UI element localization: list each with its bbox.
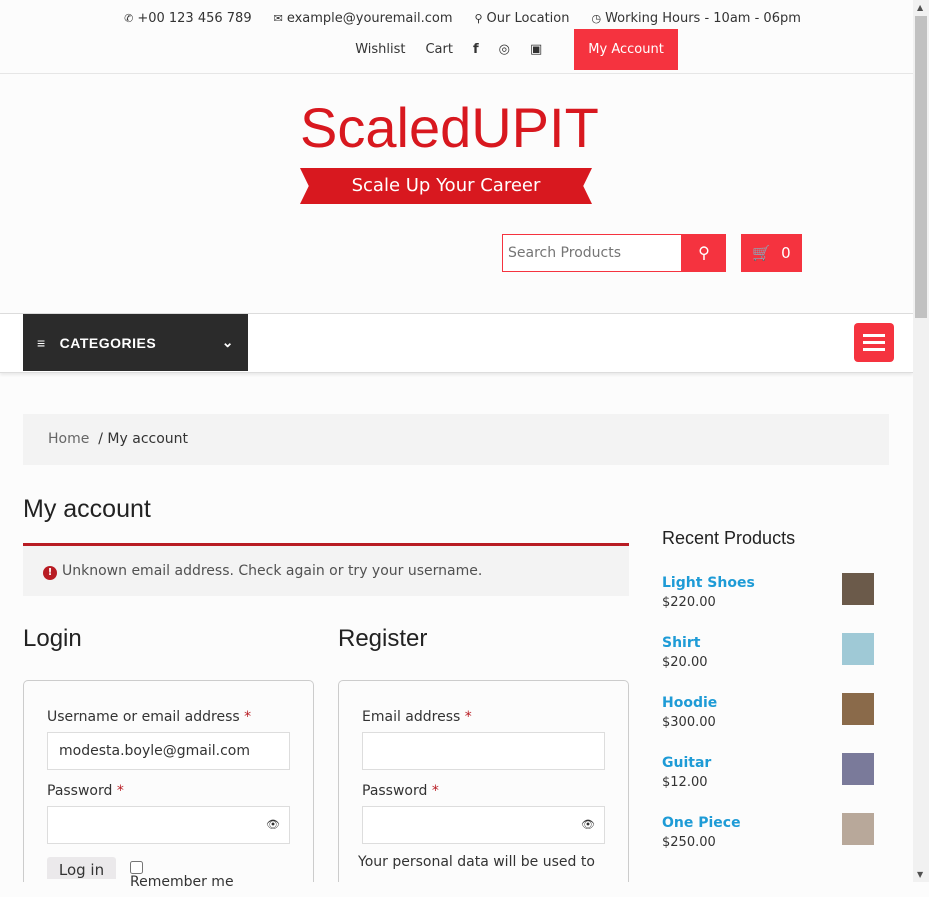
scrollbar[interactable]: ▲ ▼ (913, 0, 929, 882)
product-thumbnail[interactable] (842, 573, 874, 605)
error-icon: ! (43, 566, 57, 580)
logo[interactable]: ScaledUPIT Scale Up Your Career (300, 100, 599, 204)
product-link[interactable]: Light Shoes (662, 575, 755, 591)
breadcrumb-current: My account (107, 431, 189, 447)
hamburger-menu-button[interactable] (854, 323, 894, 362)
product-link[interactable]: One Piece (662, 815, 741, 831)
register-title: Register (338, 625, 428, 652)
cart-button[interactable]: 🛒 0 (741, 234, 802, 272)
phone: ✆ +00 123 456 789 (124, 11, 252, 26)
password-input[interactable] (47, 806, 290, 844)
instagram-icon[interactable]: ◎ (499, 42, 510, 57)
product-item: Hoodie $300.00 (662, 693, 874, 755)
envelope-icon: ✉ (273, 12, 283, 25)
product-price: $250.00 (662, 835, 716, 850)
recent-products-widget: Recent Products Light Shoes $220.00 Shirt $… (662, 528, 874, 875)
site-header: ScaledUPIT Scale Up Your Career ⚲ 🛒0 (0, 74, 913, 314)
product-thumbnail[interactable] (842, 633, 874, 665)
remember-me-checkbox[interactable] (130, 861, 143, 874)
product-thumbnail[interactable] (842, 693, 874, 725)
product-item: Light Shoes $220.00 (662, 573, 874, 635)
wishlist-link[interactable]: Wishlist (355, 42, 405, 57)
email[interactable]: ✉ example@youremail.com (274, 11, 453, 26)
top-bar: ✆ +00 123 456 789 ✉ example@youremail.com … (0, 0, 913, 74)
login-button[interactable]: Log in (47, 857, 116, 879)
product-link[interactable]: Shirt (662, 635, 708, 651)
register-email-input[interactable] (362, 732, 605, 770)
product-item: One Piece $250.00 (662, 813, 874, 875)
cart-link[interactable]: Cart (425, 42, 453, 57)
location[interactable]: ⚲ Our Location (474, 11, 569, 26)
search-icon: ⚲ (698, 245, 710, 262)
search-form: ⚲ (502, 234, 726, 272)
search-input[interactable] (502, 234, 682, 272)
eye-icon[interactable]: 👁 (581, 818, 595, 831)
login-section: Login Username or email address * Passwo… (23, 625, 314, 890)
product-price: $12.00 (662, 775, 708, 790)
page-title: My account (23, 495, 151, 523)
hours: ◷ Working Hours - 10am - 06pm (591, 11, 801, 26)
chevron-down-icon: ⌄ (221, 334, 234, 350)
login-title: Login (23, 625, 82, 652)
product-link[interactable]: Hoodie (662, 695, 717, 711)
camera-icon[interactable]: ▣ (530, 42, 542, 57)
map-marker-icon: ⚲ (474, 12, 483, 25)
product-price: $300.00 (662, 715, 716, 730)
register-password-input[interactable] (362, 806, 605, 844)
nav-bar: ≡ CATEGORIES ⌄ (0, 314, 913, 373)
search-button[interactable]: ⚲ (682, 234, 726, 272)
product-price: $220.00 (662, 595, 716, 610)
product-item: Guitar $12.00 (662, 753, 874, 815)
categories-dropdown[interactable]: ≡ CATEGORIES ⌄ (23, 314, 248, 371)
product-price: $20.00 (662, 655, 708, 670)
menu-icon: ≡ (37, 334, 46, 351)
product-link[interactable]: Guitar (662, 755, 711, 771)
my-account-button[interactable]: My Account (574, 29, 678, 70)
register-section: Register Email address * Password * 👁 Yo… (338, 625, 629, 882)
facebook-icon[interactable]: f (473, 42, 479, 57)
breadcrumb-home[interactable]: Home (48, 431, 89, 447)
product-item: Shirt $20.00 (662, 633, 874, 695)
product-thumbnail[interactable] (842, 813, 874, 845)
cart-icon: 🛒 (752, 244, 772, 262)
clock-icon: ◷ (591, 12, 602, 25)
product-thumbnail[interactable] (842, 753, 874, 785)
username-input[interactable] (47, 732, 290, 770)
breadcrumb: Home / My account (23, 414, 889, 465)
eye-icon[interactable]: 👁 (266, 818, 280, 831)
privacy-text: Your personal data will be used to (358, 854, 595, 870)
error-notice: ! Unknown email address. Check again or t… (23, 543, 629, 596)
phone-icon: ✆ (124, 12, 134, 25)
